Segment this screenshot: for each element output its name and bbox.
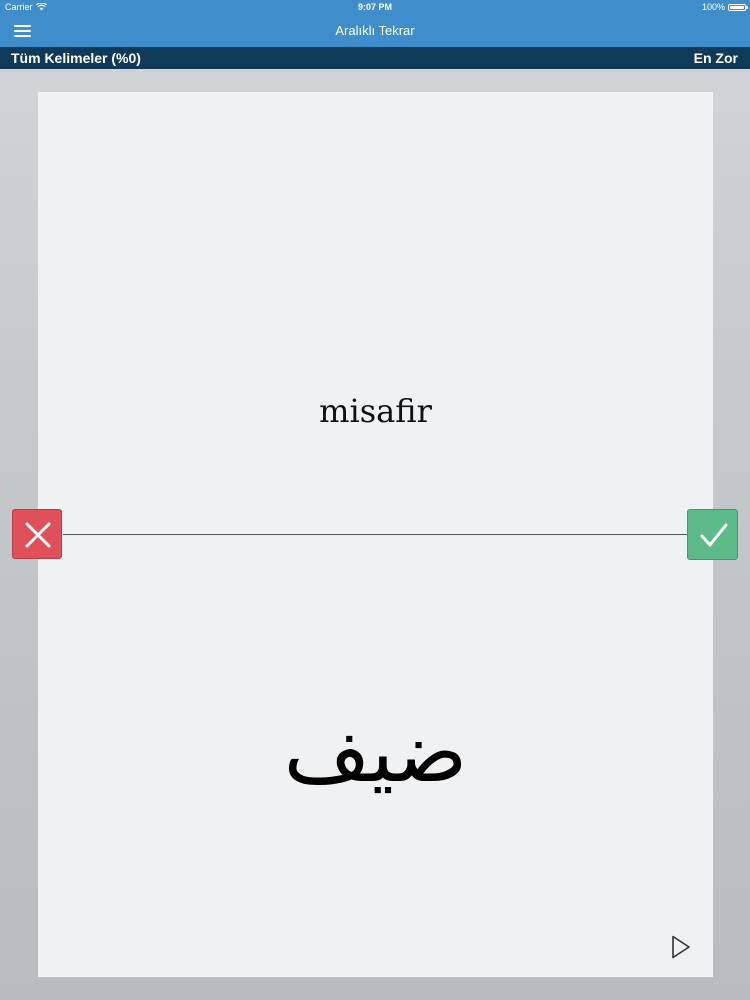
navigation-bar: Aralıklı Tekrar <box>0 14 750 47</box>
play-audio-button[interactable] <box>670 934 692 960</box>
battery-indicator: 100% <box>701 0 748 14</box>
wrong-answer-button[interactable] <box>12 509 62 559</box>
close-icon <box>25 522 51 548</box>
battery-fill <box>730 5 744 9</box>
filter-bar: Tüm Kelimeler (%0) En Zor <box>0 47 750 69</box>
battery-icon <box>728 3 748 11</box>
status-time: 9:07 PM <box>357 2 392 12</box>
sort-hardest-button[interactable]: En Zor <box>694 47 738 69</box>
word-filter-button[interactable]: Tüm Kelimeler (%0) <box>11 47 141 69</box>
page-title: Aralıklı Tekrar <box>335 23 415 38</box>
play-icon <box>672 935 690 959</box>
card-divider <box>63 534 687 535</box>
battery-percent: 100% <box>701 2 725 12</box>
front-word: misafir <box>319 392 432 430</box>
status-bar: Carrier 9:07 PM 100% <box>0 0 750 14</box>
back-word: ضيف <box>283 703 468 801</box>
checkmark-icon <box>700 523 728 547</box>
right-answer-button[interactable] <box>687 509 738 560</box>
